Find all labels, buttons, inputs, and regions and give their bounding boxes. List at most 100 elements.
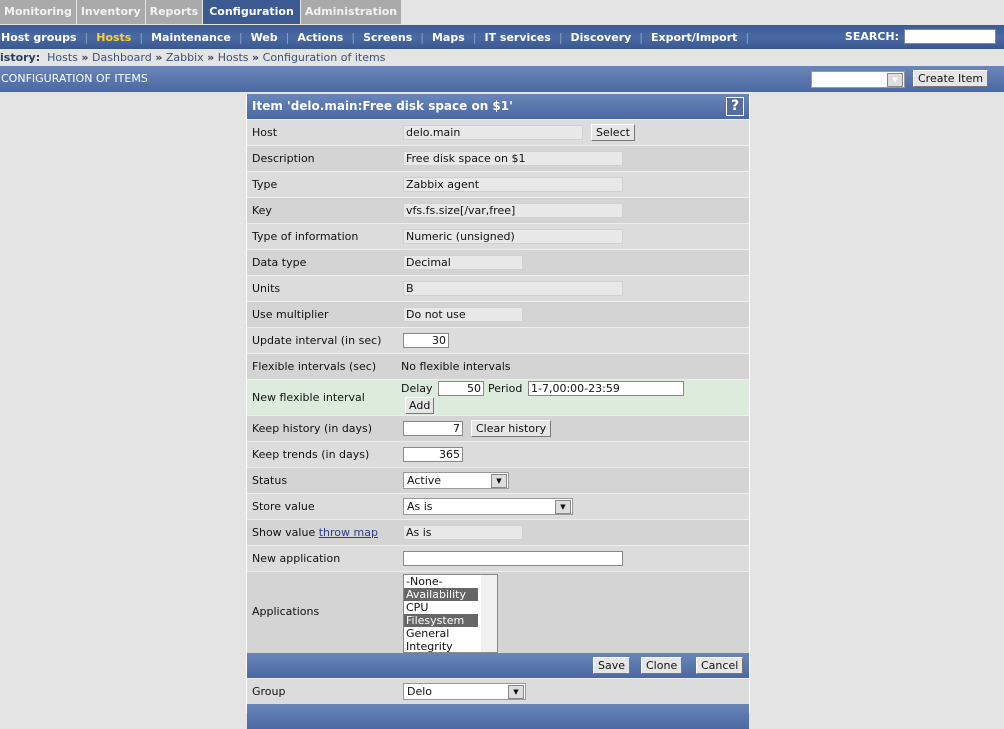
clear-history-button[interactable]: Clear history [471,420,552,437]
tab-monitoring[interactable]: Monitoring [0,0,76,24]
items-select[interactable]: Items ▼ [811,71,905,88]
crumb[interactable]: Configuration of items [263,51,386,64]
show-value-field: As is [403,525,523,540]
main-menu-tabs: Monitoring Inventory Reports Configurati… [0,0,402,24]
delay-label: Delay [401,382,433,395]
group-value: Delo [407,685,433,698]
search-box: SEARCH: [845,29,996,44]
items-select-value: Items [815,73,846,86]
scrollbar[interactable] [481,575,497,652]
new-flexible-interval-label: New flexible interval [252,391,365,404]
cancel-button[interactable]: Cancel [696,657,744,674]
data-type-field: Decimal [403,255,523,270]
data-type-label: Data type [252,256,307,269]
nav-export-import[interactable]: Export/Import [643,31,745,44]
units-field: B [403,281,623,296]
clone-button[interactable]: Clone [641,657,683,674]
list-item[interactable]: -None- [404,575,478,588]
group-footer [247,704,749,729]
list-item[interactable]: General [404,627,478,640]
update-interval-input[interactable]: 30 [403,333,449,348]
nav-discovery[interactable]: Discovery [563,31,640,44]
chevron-down-icon: ▼ [508,685,524,699]
crumb-sep: » [252,51,260,64]
store-value-label: Store value [252,500,315,513]
description-label: Description [252,152,315,165]
host-field: delo.main [403,125,583,140]
keep-history-label: Keep history (in days) [252,422,373,435]
nav-it-services[interactable]: IT services [476,31,558,44]
crumb[interactable]: Dashboard [92,51,152,64]
show-value-text: Show value [252,526,316,539]
update-interval-label: Update interval (in sec) [252,334,382,347]
new-application-input[interactable] [403,551,623,566]
nav-screens[interactable]: Screens [355,31,420,44]
applications-list[interactable]: -None- Availability CPU Filesystem Gener… [403,574,498,653]
crumb-sep: » [81,51,89,64]
type-of-information-label: Type of information [252,230,359,243]
applications-label: Applications [252,605,320,618]
tab-administration[interactable]: Administration [300,0,402,24]
item-form: Item 'delo.main:Free disk space on $1'? … [246,94,750,729]
nav-hosts[interactable]: Hosts [88,31,139,44]
period-input[interactable]: 1-7,00:00-23:59 [528,381,684,396]
form-header: Item 'delo.main:Free disk space on $1'? [247,94,749,119]
nav-actions[interactable]: Actions [289,31,351,44]
history-label: istory: [0,51,41,64]
crumb-sep: » [207,51,215,64]
help-icon[interactable]: ? [726,97,744,116]
type-of-information-field: Numeric (unsigned) [403,229,623,244]
group-select[interactable]: Delo ▼ [403,683,526,700]
crumb[interactable]: Hosts [218,51,249,64]
key-field: vfs.fs.size[/var,free] [403,203,623,218]
chevron-down-icon: ▼ [491,474,507,488]
page-title: CONFIGURATION OF ITEMS [1,72,148,85]
save-button[interactable]: Save [593,657,631,674]
group-label: Group [252,685,286,698]
tab-configuration[interactable]: Configuration [203,0,300,24]
page-header: CONFIGURATION OF ITEMS Items ▼ Create Ite… [0,66,1004,92]
flexible-intervals-label: Flexible intervals (sec) [252,360,377,373]
store-value-select[interactable]: As is ▼ [403,498,573,515]
delay-input[interactable]: 50 [438,381,484,396]
create-item-button[interactable]: Create Item [913,70,989,87]
nav-host-groups[interactable]: Host groups [0,31,85,44]
status-value: Active [407,474,442,487]
add-button[interactable]: Add [405,397,435,414]
crumb[interactable]: Zabbix [166,51,204,64]
nav-maintenance[interactable]: Maintenance [143,31,239,44]
crumb-sep: » [155,51,163,64]
host-label: Host [252,126,278,139]
period-label: Period [488,382,523,395]
keep-history-input[interactable]: 7 [403,421,463,436]
form-footer: Save Clone Cancel [247,653,749,678]
keep-trends-label: Keep trends (in days) [252,448,370,461]
list-item[interactable]: Integrity [404,640,478,652]
store-value-value: As is [407,500,433,513]
nav-maps[interactable]: Maps [424,31,473,44]
select-host-button[interactable]: Select [591,124,635,141]
tab-inventory[interactable]: Inventory [76,0,145,24]
flexible-intervals-value: No flexible intervals [401,360,511,373]
units-label: Units [252,282,281,295]
new-application-label: New application [252,552,341,565]
breadcrumb: istory: Hosts » Dashboard » Zabbix » Hos… [0,50,385,65]
use-multiplier-field: Do not use [403,307,523,322]
status-select[interactable]: Active ▼ [403,472,509,489]
chevron-down-icon: ▼ [555,500,571,514]
throw-map-link[interactable]: throw map [319,526,378,539]
tab-reports[interactable]: Reports [145,0,203,24]
keep-trends-input[interactable]: 365 [403,447,463,462]
key-label: Key [252,204,272,217]
sub-menu: Host groups | Hosts | Maintenance | Web | Ac… [0,25,1004,49]
show-value-label: Show value throw map [252,520,378,545]
description-field: Free disk space on $1 [403,151,623,166]
nav-web[interactable]: Web [243,31,286,44]
status-label: Status [252,474,288,487]
type-field: Zabbix agent [403,177,623,192]
list-item[interactable]: Availability [404,588,478,601]
list-item[interactable]: Filesystem [404,614,478,627]
crumb[interactable]: Hosts [47,51,78,64]
search-input[interactable] [904,29,996,44]
list-item[interactable]: CPU [404,601,478,614]
